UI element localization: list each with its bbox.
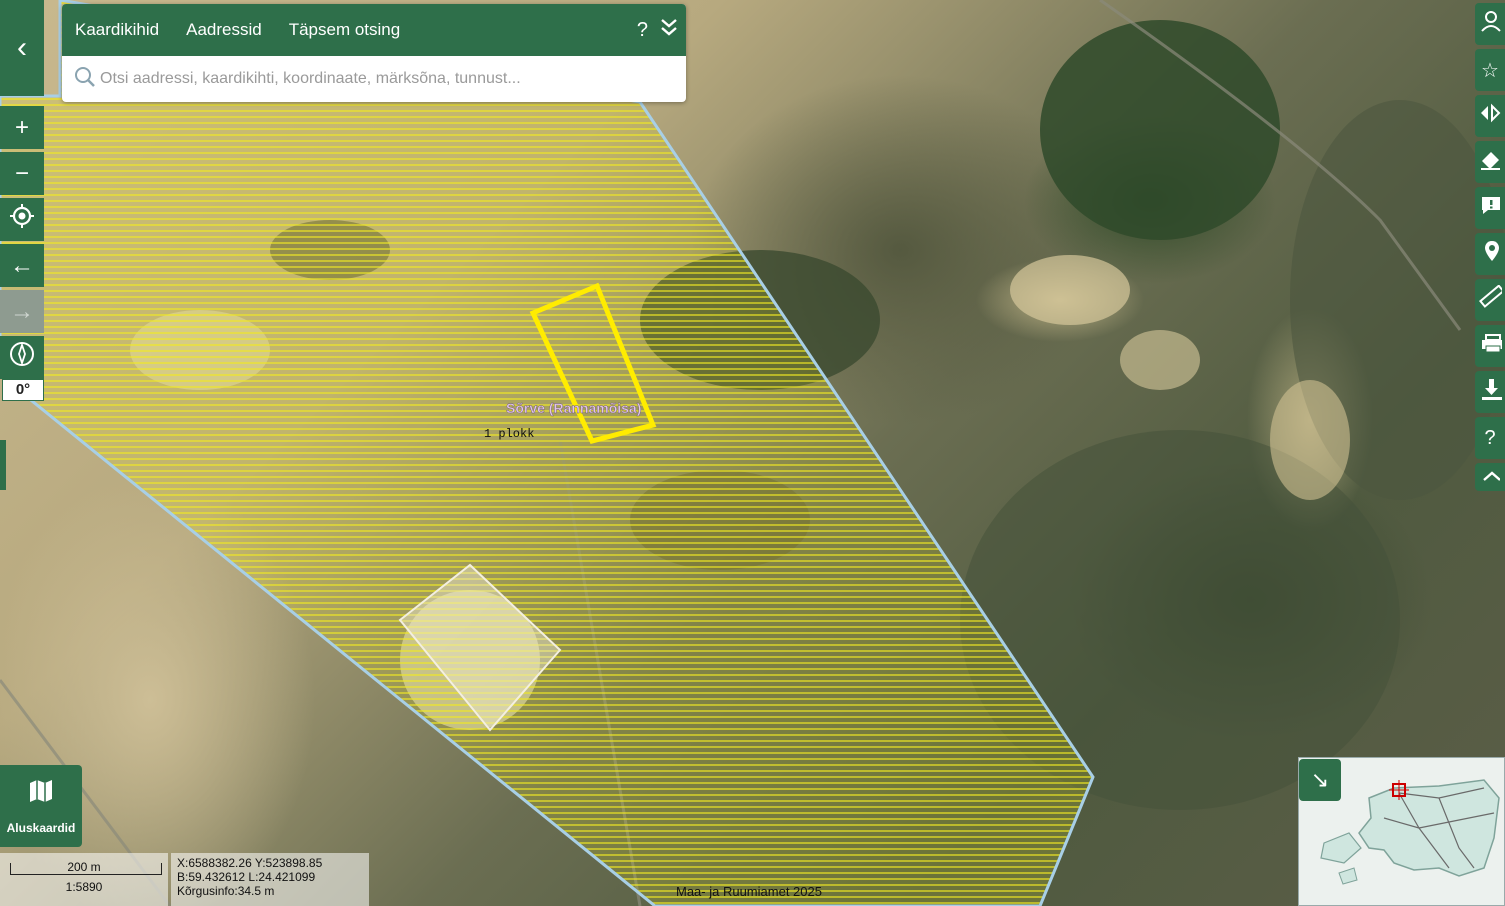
- previous-view-button[interactable]: ←: [0, 244, 44, 287]
- map-overlay: Sõrve (Rannamõisa) 1 plokk: [0, 0, 1505, 906]
- coordinates-box: X:6588382.26 Y:523898.85 B:59.432612 L:2…: [171, 853, 369, 906]
- download-button[interactable]: [1475, 371, 1505, 413]
- search-row: [62, 56, 686, 102]
- search-tabs: Kaardikihid Aadressid Täpsem otsing ?: [62, 4, 686, 56]
- copyright: Maa- ja Ruumiamet 2025: [676, 884, 822, 899]
- tab-addresses[interactable]: Aadressid: [186, 20, 262, 40]
- clear-button[interactable]: [1475, 141, 1505, 183]
- hatched-area: [0, 0, 1095, 906]
- coord-xy: X:6588382.26 Y:523898.85: [177, 856, 323, 870]
- coord-bl: B:59.432612 L:24.421099: [177, 870, 316, 884]
- chevron-left-icon: ‹: [17, 31, 27, 64]
- scale-box: 200 m 1:5890: [0, 853, 168, 906]
- back-button[interactable]: ‹: [0, 0, 44, 96]
- help-icon[interactable]: ?: [637, 19, 648, 42]
- compare-icon: [1478, 101, 1502, 131]
- eraser-icon: [1478, 147, 1502, 177]
- rotation-indicator: 0°: [2, 379, 44, 401]
- locate-button[interactable]: [0, 198, 44, 241]
- overview-toggle-button[interactable]: ↘: [1299, 759, 1341, 801]
- block-label: 1 plokk: [484, 427, 534, 441]
- scale-distance: 200 m: [67, 860, 101, 874]
- feedback-button[interactable]: [1475, 187, 1505, 229]
- place-label: Sõrve (Rannamõisa): [506, 400, 641, 416]
- map-canvas[interactable]: Sõrve (Rannamõisa) 1 plokk: [0, 0, 1505, 906]
- arrow-down-right-icon: ↘: [1310, 767, 1330, 792]
- measure-button[interactable]: [1475, 279, 1505, 321]
- feedback-icon: [1478, 193, 1502, 223]
- compass-icon: [9, 341, 35, 374]
- marker-button[interactable]: [1475, 233, 1505, 275]
- search-input[interactable]: [100, 70, 620, 88]
- basemaps-label: Aluskaardid: [6, 821, 76, 835]
- locate-icon: [9, 203, 35, 236]
- pin-icon: [1478, 239, 1502, 269]
- arrow-right-icon: →: [10, 297, 34, 325]
- tab-map-layers[interactable]: Kaardikihid: [75, 20, 159, 40]
- basemaps-button[interactable]: Aluskaardid: [0, 765, 82, 847]
- zoom-in-button[interactable]: +: [0, 106, 44, 149]
- search-icon: [74, 66, 96, 93]
- compare-button[interactable]: [1475, 95, 1505, 137]
- double-chevron-down-icon[interactable]: [660, 17, 678, 43]
- zoom-out-button[interactable]: −: [0, 152, 44, 195]
- download-icon: [1478, 377, 1502, 407]
- help-button[interactable]: ?: [1475, 417, 1505, 459]
- chevron-up-icon: [1480, 466, 1501, 489]
- next-view-button[interactable]: →: [0, 290, 44, 333]
- favorites-button[interactable]: ☆: [1475, 49, 1505, 91]
- arrow-left-icon: ←: [10, 251, 34, 279]
- search-panel: Kaardikihid Aadressid Täpsem otsing ?: [62, 4, 686, 102]
- print-icon: [1478, 331, 1502, 361]
- user-button[interactable]: [1475, 3, 1505, 45]
- user-icon: [1478, 9, 1502, 39]
- collapse-toolbar-button[interactable]: [1475, 463, 1505, 491]
- print-button[interactable]: [1475, 325, 1505, 367]
- ruler-icon: [1478, 284, 1505, 315]
- help-icon: ?: [1484, 426, 1496, 449]
- plus-icon: +: [14, 113, 29, 141]
- coord-height: Kõrgusinfo:34.5 m: [177, 884, 275, 898]
- tab-advanced-search[interactable]: Täpsem otsing: [289, 20, 401, 40]
- scale-ratio: 1:5890: [65, 880, 103, 894]
- map-icon: [0, 777, 82, 811]
- star-icon: ☆: [1481, 59, 1499, 82]
- minus-icon: −: [14, 159, 29, 187]
- side-panel-handle[interactable]: [0, 440, 6, 490]
- compass-button[interactable]: [0, 336, 44, 379]
